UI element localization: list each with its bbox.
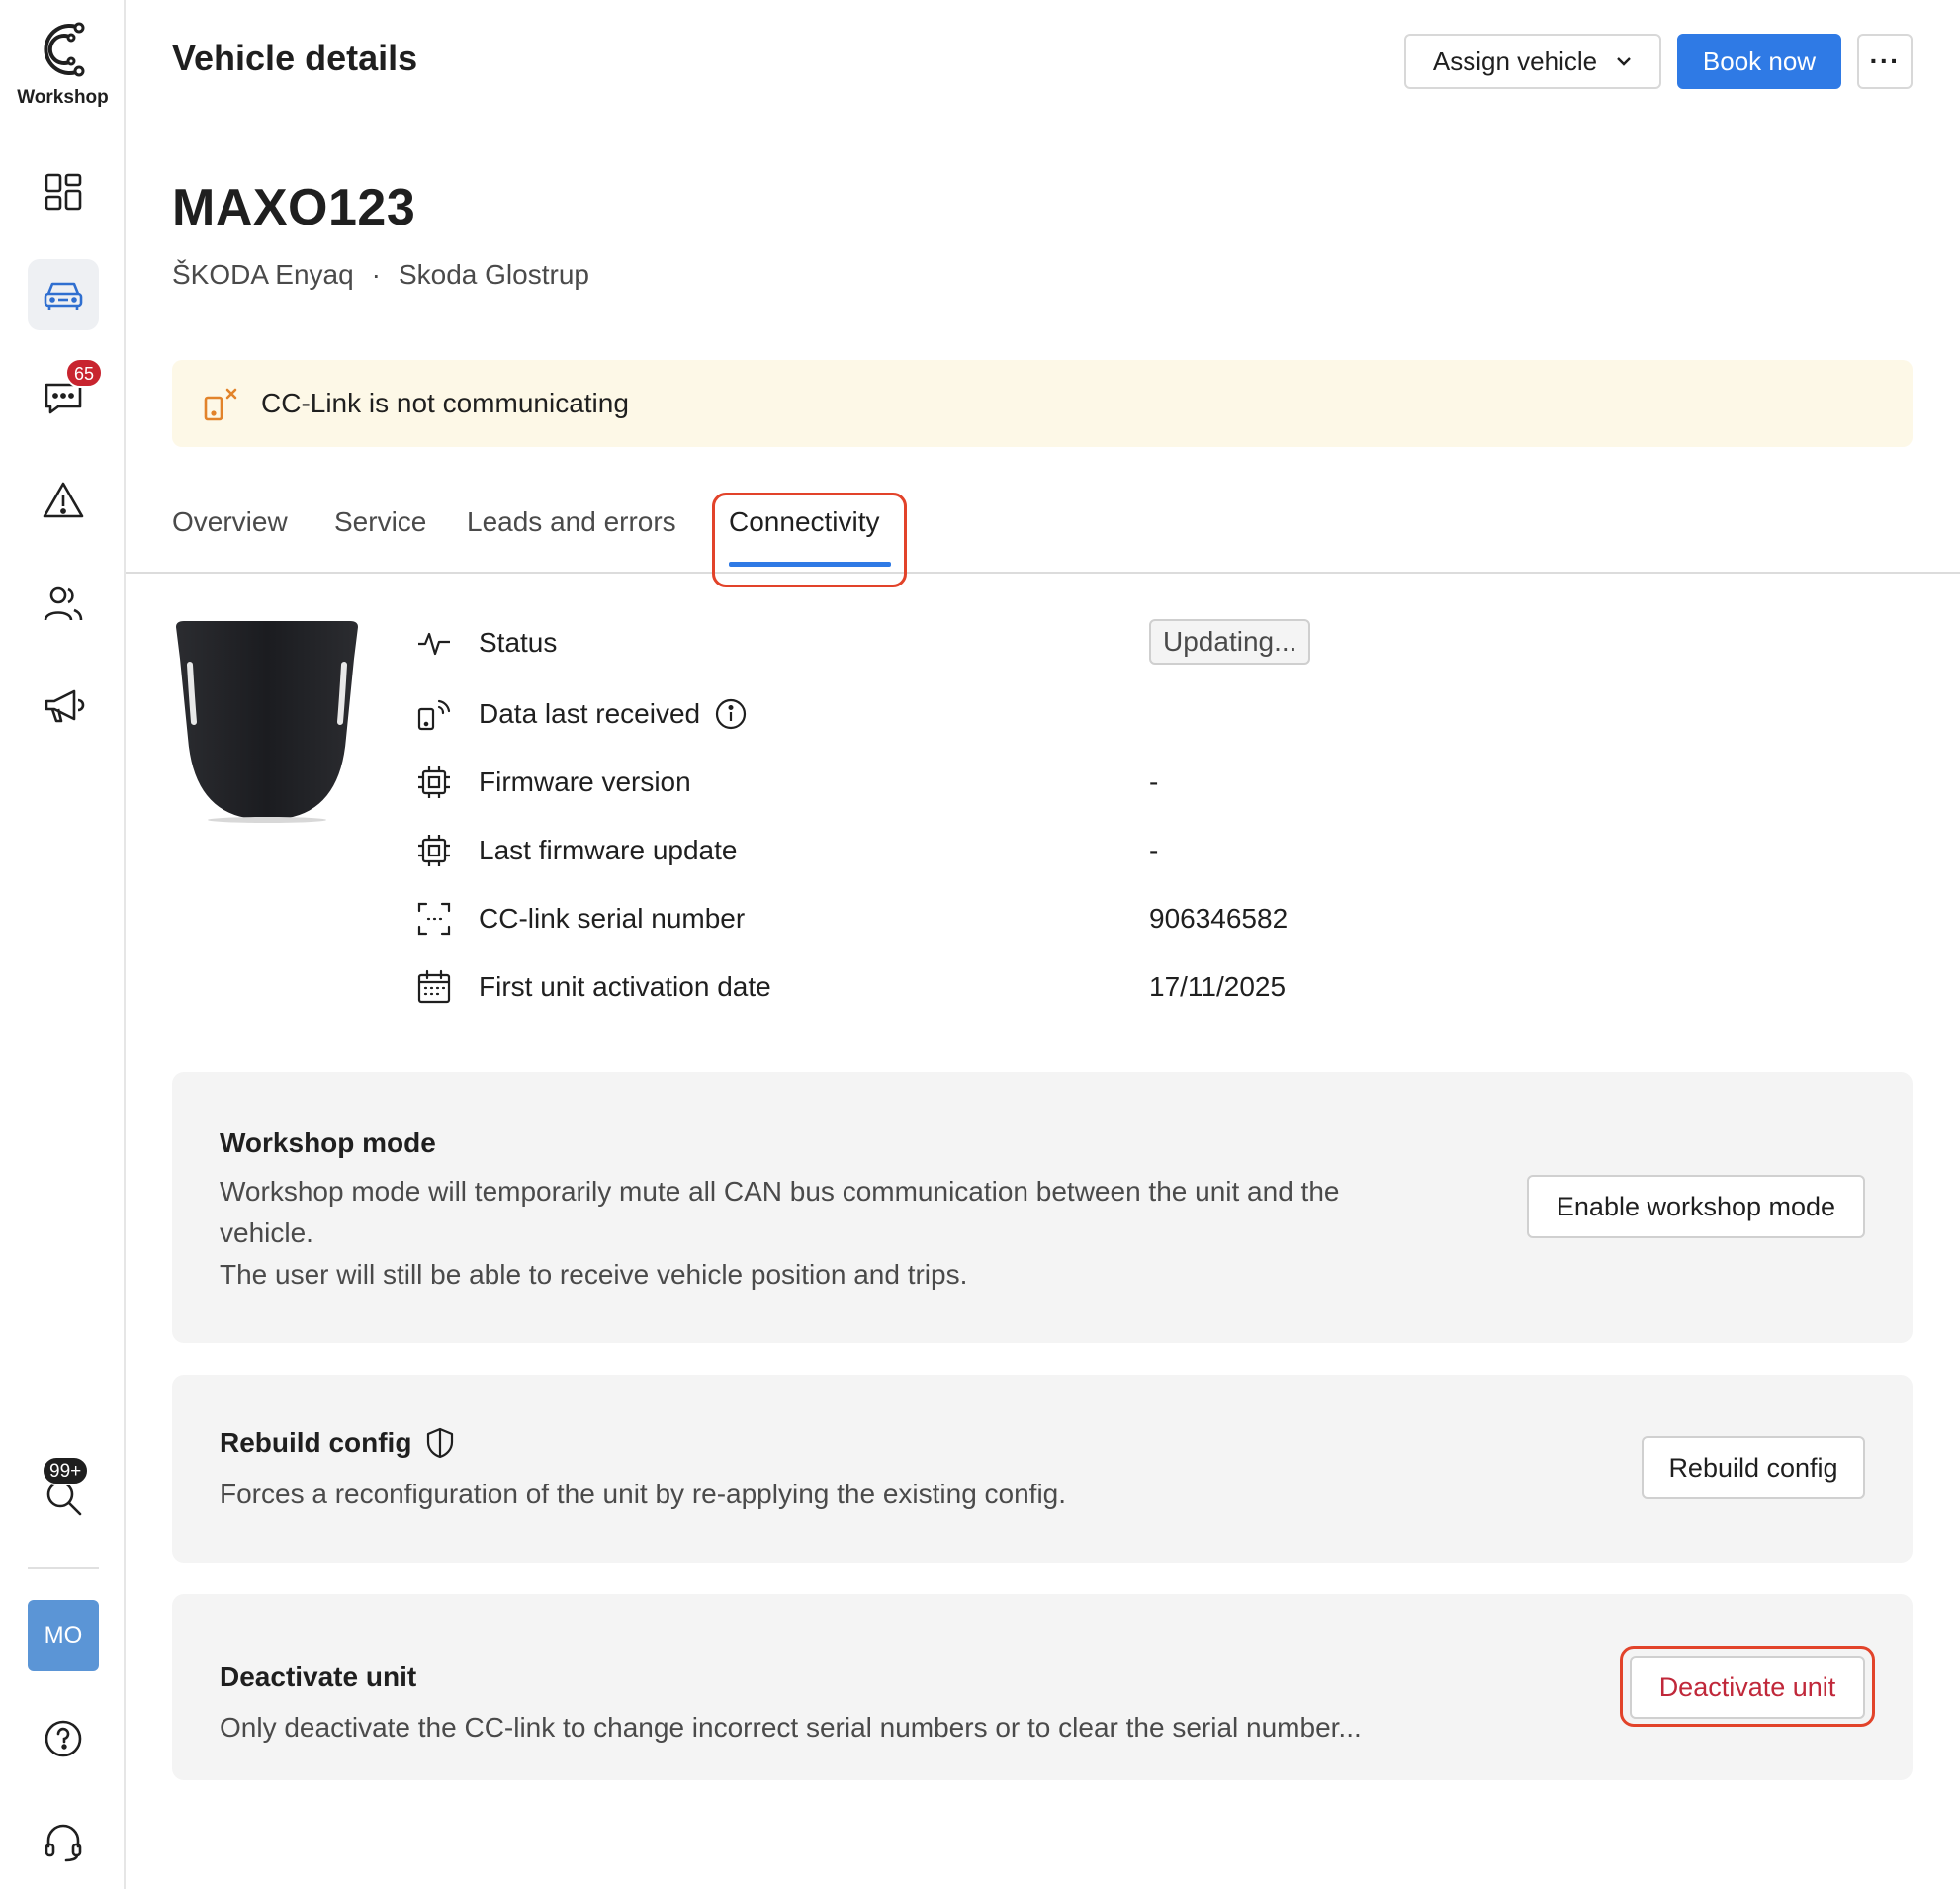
- chip-icon: [418, 766, 450, 798]
- assign-vehicle-button[interactable]: Assign vehicle: [1404, 34, 1661, 89]
- headset-icon: [45, 1824, 82, 1862]
- connectivity-alert: CC-Link is not communicating: [172, 360, 1913, 447]
- tab-leads-and-errors[interactable]: Leads and errors: [467, 506, 676, 538]
- workshop-mode-desc-line1: Workshop mode will temporarily mute all …: [220, 1176, 1340, 1248]
- workshop-logo-icon: [43, 22, 84, 77]
- vehicle-dealer: Skoda Glostrup: [398, 259, 589, 290]
- help-icon: [45, 1720, 82, 1757]
- vehicle-plate: MAXO123: [172, 179, 416, 236]
- dashboard-icon: [45, 173, 82, 211]
- book-now-button[interactable]: Book now: [1677, 34, 1841, 89]
- sidebar: Workshop 65 99+ MO: [0, 0, 126, 1889]
- megaphone-icon: [45, 689, 85, 723]
- rebuild-config-card: Rebuild config Forces a reconfiguration …: [172, 1375, 1913, 1563]
- firmware-version-label: Firmware version: [479, 766, 691, 797]
- device-signal-icon: [417, 699, 451, 731]
- sidebar-item-help[interactable]: [28, 1703, 99, 1774]
- sidebar-item-campaigns[interactable]: [28, 671, 99, 742]
- detail-row-last-firmware-update: Last firmware update -: [415, 831, 1404, 870]
- subtitle-separator: ·: [371, 259, 381, 290]
- workshop-mode-description: Workshop mode will temporarily mute all …: [220, 1171, 1436, 1296]
- workshop-mode-card: Workshop mode Workshop mode will tempora…: [172, 1072, 1913, 1343]
- data-last-received-label: Data last received: [479, 698, 701, 729]
- vehicle-subtitle: ŠKODA Enyaq · Skoda Glostrup: [172, 259, 589, 291]
- rebuild-config-title-row: Rebuild config: [220, 1426, 457, 1460]
- cc-link-device-image: [176, 621, 358, 823]
- scan-icon: [417, 902, 451, 936]
- workshop-mode-title: Workshop mode: [220, 1127, 436, 1158]
- workshop-logo[interactable]: Workshop: [0, 14, 126, 109]
- chevron-down-icon: [1617, 57, 1631, 66]
- page-title: Vehicle details: [172, 38, 418, 78]
- more-icon: ···: [1869, 45, 1901, 76]
- sidebar-item-alerts[interactable]: [28, 465, 99, 536]
- messages-badge: 65: [65, 358, 103, 388]
- deactivate-button-highlight: [1620, 1646, 1875, 1727]
- deactivate-unit-title: Deactivate unit: [220, 1662, 417, 1692]
- status-label: Status: [479, 627, 558, 658]
- detail-row-serial-number: CC-link serial number 906346582: [415, 899, 1404, 939]
- more-options-button[interactable]: ···: [1857, 34, 1913, 89]
- workshop-mode-desc-line2: The user will still be able to receive v…: [220, 1259, 968, 1290]
- alert-text: CC-Link is not communicating: [261, 388, 629, 418]
- status-badge: Updating...: [1149, 619, 1311, 665]
- users-icon: [44, 586, 83, 621]
- sidebar-item-customers[interactable]: [28, 568, 99, 639]
- chip-icon: [418, 835, 450, 866]
- activation-date-label: First unit activation date: [479, 971, 771, 1002]
- sidebar-item-search[interactable]: 99+: [28, 1456, 99, 1533]
- detail-row-status: Status Updating...: [415, 619, 1404, 665]
- activation-date-value: 17/11/2025: [1149, 971, 1287, 1002]
- calendar-icon: [417, 969, 451, 1004]
- shield-icon: [427, 1427, 454, 1459]
- sidebar-item-vehicles[interactable]: [28, 259, 99, 330]
- device-disconnected-icon: [204, 388, 237, 421]
- assign-vehicle-label: Assign vehicle: [1432, 45, 1598, 76]
- detail-row-data-last-received: Data last received: [415, 694, 1404, 734]
- rebuild-config-title: Rebuild config: [220, 1427, 412, 1458]
- sidebar-divider: [28, 1567, 99, 1569]
- activity-icon: [418, 632, 450, 656]
- rebuild-config-description: Forces a reconfiguration of the unit by …: [220, 1479, 1067, 1509]
- tabs-divider: [126, 572, 1960, 574]
- deactivate-unit-description: Only deactivate the CC-link to change in…: [220, 1712, 1362, 1743]
- warning-icon: [43, 482, 84, 518]
- avatar[interactable]: MO: [28, 1600, 99, 1671]
- enable-workshop-mode-button[interactable]: Enable workshop mode: [1527, 1175, 1865, 1238]
- vehicle-model: ŠKODA Enyaq: [172, 259, 354, 290]
- sidebar-item-dashboard[interactable]: [28, 156, 99, 227]
- last-firmware-update-value: -: [1149, 835, 1159, 865]
- sidebar-item-messages[interactable]: 65: [28, 358, 103, 433]
- connectivity-tab-highlight: [712, 493, 907, 587]
- sidebar-item-support[interactable]: [28, 1806, 99, 1877]
- info-icon[interactable]: [714, 697, 748, 731]
- workshop-label: Workshop: [17, 87, 109, 108]
- tab-service[interactable]: Service: [334, 506, 426, 538]
- last-firmware-update-label: Last firmware update: [479, 835, 738, 865]
- serial-number-value: 906346582: [1149, 903, 1289, 934]
- rebuild-config-button[interactable]: Rebuild config: [1642, 1436, 1865, 1499]
- firmware-version-value: -: [1149, 766, 1159, 797]
- detail-row-firmware-version: Firmware version -: [415, 763, 1404, 802]
- search-badge: 99+: [42, 1456, 90, 1485]
- car-icon: [44, 282, 83, 310]
- tab-overview[interactable]: Overview: [172, 506, 288, 538]
- serial-number-label: CC-link serial number: [479, 903, 746, 934]
- detail-row-activation-date: First unit activation date 17/11/2025: [415, 967, 1404, 1007]
